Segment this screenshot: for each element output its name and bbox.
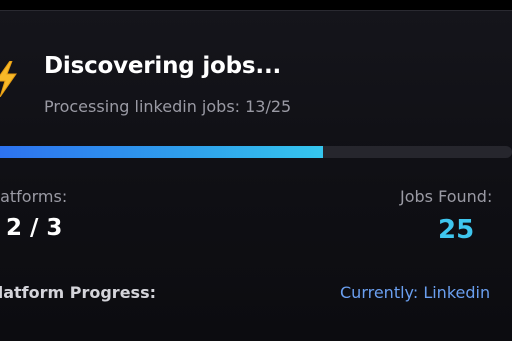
current-platform-label: Currently: Linkedin (340, 283, 491, 302)
job-discovery-card: Discovering jobs... Processing linkedin … (0, 10, 512, 341)
lightning-bolt-icon (0, 61, 17, 97)
status-text: Processing linkedin jobs: 13/25 (44, 97, 292, 116)
platforms-count: 2 / 3 (6, 215, 63, 241)
jobs-found-label: Jobs Found: (400, 187, 493, 206)
platform-progress-heading: Platform Progress: (0, 283, 156, 302)
platforms-label: Platforms: (0, 187, 68, 206)
jobs-found-count: 25 (438, 215, 475, 245)
page-title: Discovering jobs... (44, 53, 282, 79)
progress-bar (0, 146, 512, 158)
progress-fill (0, 146, 323, 158)
